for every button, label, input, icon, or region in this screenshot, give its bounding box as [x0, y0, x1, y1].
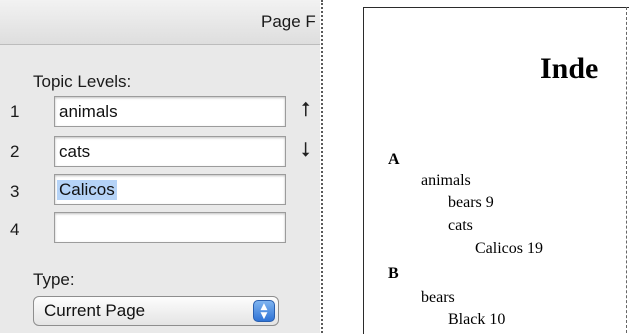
level-3-number: 3 [10, 182, 20, 201]
new-page-reference-dialog: Page F Topic Levels: 1 animals ⭡ 2 cats … [0, 0, 320, 333]
level-2-number: 2 [10, 142, 20, 161]
document-page: Inde A animals bears 9 cats Calicos 19 B… [363, 7, 629, 334]
popup-stepper-icon: ▲ ▼ [253, 300, 275, 322]
index-entry: Calicos 19 [475, 240, 543, 257]
topic-levels-label: Topic Levels: [33, 72, 132, 91]
topic-level-3-value: Calicos [57, 180, 117, 200]
dialog-crop-edge [321, 0, 323, 333]
topic-level-1-value: animals [59, 102, 118, 121]
page-crop-edge [626, 7, 627, 333]
index-entry: Black 10 [448, 311, 506, 328]
level-4-number: 4 [10, 220, 20, 239]
dialog-title-bar: Page F [0, 0, 320, 45]
topic-level-2-value: cats [59, 142, 91, 161]
dialog-title: Page F [261, 12, 316, 31]
topic-level-4-field[interactable] [54, 212, 286, 243]
index-entry: bears 9 [448, 194, 494, 211]
type-selected-value: Current Page [44, 301, 146, 320]
index-title: Inde [540, 52, 599, 85]
topic-level-1-field[interactable]: animals [54, 96, 286, 127]
topic-level-3-field[interactable]: Calicos [54, 174, 286, 205]
index-section-a: A [388, 151, 400, 168]
index-entry: bears [421, 289, 455, 306]
index-entry: animals [421, 172, 471, 189]
move-down-arrow-icon[interactable]: ⭣ [301, 137, 310, 161]
move-up-arrow-icon[interactable]: ⭡ [301, 97, 310, 121]
topic-level-2-field[interactable]: cats [54, 136, 286, 167]
index-section-b: B [388, 265, 399, 282]
index-entry: cats [448, 217, 473, 234]
level-1-number: 1 [10, 102, 20, 121]
type-label: Type: [33, 270, 75, 289]
type-popup-menu[interactable]: Current Page ▲ ▼ [33, 296, 279, 326]
